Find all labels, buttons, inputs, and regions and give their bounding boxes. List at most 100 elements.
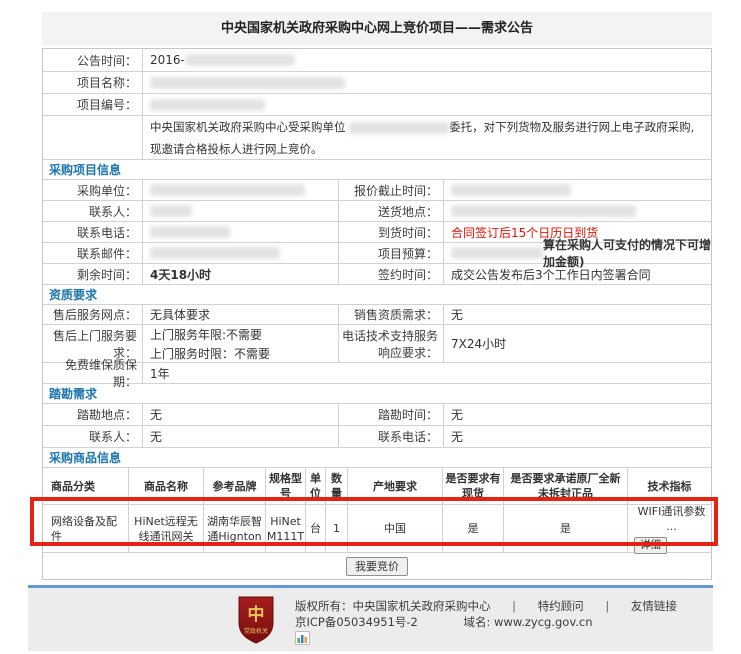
cell-stock: 是 — [443, 505, 504, 552]
row-announce-time: 公告时间： 2016- — [43, 49, 711, 71]
cell-model: HiNet M111T — [266, 505, 306, 552]
col-unit: 单位 — [306, 468, 326, 504]
redacted-value — [349, 122, 449, 134]
logo-banner-text: 党政机关 — [244, 627, 268, 635]
domain-text: 域名: www.zycg.gov.cn — [464, 614, 593, 630]
intro-empty-label — [43, 116, 143, 159]
delivery-place-value — [444, 201, 711, 221]
row-onsite-service: 售后上门服务要求： 上门服务年限:不需要 上门服务时限：不需要 电话技术支持服务… — [43, 324, 711, 362]
budget-value: 算在采购人可支付的情况下可增加金额) — [444, 243, 711, 263]
purchaser-value — [143, 180, 339, 200]
footer-separator: | — [605, 599, 609, 613]
col-brand: 参考品牌 — [204, 468, 266, 504]
page: 中央国家机关政府采购中心网上竞价项目——需求公告 公告时间： 2016- 项目名… — [0, 0, 741, 654]
service-outlet-label: 售后服务网点： — [43, 305, 143, 324]
cell-category: 网络设备及配件 — [43, 505, 129, 552]
project-number-value — [143, 94, 711, 115]
logo-zhong-glyph: 中 — [248, 604, 265, 625]
footer-line1: 版权所有：中央国家机关政府采购中心 | 特约顾问 | 友情链接 — [295, 598, 677, 614]
redacted-value — [185, 54, 295, 66]
project-name-value — [143, 72, 711, 93]
row-remaining-time: 剩余时间： 4天18小时 签约时间： 成交公告发布后3个工作日内签署合同 — [43, 263, 711, 284]
col-qty: 数量 — [326, 468, 348, 504]
tech-summary: WIFI通讯参数 ... — [634, 504, 709, 534]
bid-button[interactable]: 我要竞价 — [346, 557, 408, 576]
survey-time-value: 无 — [444, 404, 711, 425]
remaining-time-label: 剩余时间： — [43, 264, 143, 284]
friend-links-link[interactable]: 友情链接 — [631, 599, 677, 613]
survey-phone-value: 无 — [444, 426, 711, 447]
sales-qualification-label: 销售资质需求： — [339, 305, 444, 324]
survey-contact-value: 无 — [143, 426, 339, 447]
quote-deadline-value — [444, 180, 711, 200]
footer: 中 党政机关 版权所有：中央国家机关政府采购中心 | 特约顾问 | 友情链接 京… — [28, 588, 713, 651]
redacted-value — [150, 99, 265, 111]
col-origin: 产地要求 — [348, 468, 443, 504]
section-project-info: 采购项目信息 — [43, 159, 711, 179]
survey-place-value: 无 — [143, 404, 339, 425]
page-title: 中央国家机关政府采购中心网上竞价项目——需求公告 — [42, 12, 712, 45]
row-survey-place: 踏勘地点： 无 踏勘时间： 无 — [43, 403, 711, 425]
announce-time-label: 公告时间： — [43, 49, 143, 71]
survey-place-label: 踏勘地点： — [43, 404, 143, 425]
email-label: 联系邮件： — [43, 243, 143, 263]
phone-support-value: 7X24小时 — [444, 325, 711, 362]
cell-unit: 台 — [306, 505, 326, 552]
footer-separator: | — [512, 599, 516, 613]
phone-label: 联系电话： — [43, 222, 143, 242]
section-qualification: 资质要求 — [43, 284, 711, 304]
row-project-name: 项目名称： — [43, 71, 711, 93]
gov-procurement-logo-icon: 中 党政机关 — [238, 596, 274, 644]
row-survey-contact: 联系人： 无 联系电话： 无 — [43, 425, 711, 447]
project-number-label: 项目编号： — [43, 94, 143, 115]
visitor-counter-icon[interactable] — [295, 631, 310, 649]
col-model: 规格型号 — [266, 468, 306, 504]
service-outlet-value: 无具体要求 — [143, 305, 339, 324]
section-product-info: 采购商品信息 — [43, 447, 711, 467]
phone-support-label: 电话技术支持服务响应要求： — [339, 325, 444, 362]
project-name-label: 项目名称： — [43, 72, 143, 93]
copyright-text: 版权所有：中央国家机关政府采购中心 — [295, 599, 491, 613]
remaining-time-value: 4天18小时 — [143, 264, 339, 284]
row-warranty: 免费维保质保期： 1年 — [43, 362, 711, 383]
cell-name: HiNet远程无线通讯网关 — [129, 505, 204, 552]
redacted-value — [150, 184, 305, 196]
sales-qualification-value: 无 — [444, 305, 711, 324]
contact-label: 联系人： — [43, 201, 143, 221]
product-table-row: 网络设备及配件 HiNet远程无线通讯网关 湖南华辰智通Hignton HiNe… — [43, 504, 711, 552]
cell-brand: 湖南华辰智通Hignton — [204, 505, 266, 552]
quote-deadline-label: 报价截止时间： — [339, 180, 444, 200]
row-contact: 联系人： 送货地点： — [43, 200, 711, 221]
row-purchaser: 采购单位： 报价截止时间： — [43, 179, 711, 200]
icp-number: 京ICP备05034951号-2 — [295, 614, 418, 630]
product-table-header: 商品分类 商品名称 参考品牌 规格型号 单位 数量 产地要求 是否要求有现货 是… — [43, 467, 711, 504]
contact-value — [143, 201, 339, 221]
redacted-value — [451, 184, 571, 196]
redacted-value — [150, 77, 345, 89]
warranty-label: 免费维保质保期： — [43, 363, 143, 383]
detail-button[interactable]: 详细 — [634, 537, 667, 554]
row-bid-action: 我要竞价 — [43, 552, 711, 579]
col-sealed: 是否要求承诺原厂全新未拆封正品 — [504, 468, 628, 504]
footer-line2: 京ICP备05034951号-2 域名: www.zycg.gov.cn — [295, 614, 677, 630]
survey-time-label: 踏勘时间： — [339, 404, 444, 425]
sign-time-label: 签约时间： — [339, 264, 444, 284]
email-value — [143, 243, 339, 263]
cell-sealed: 是 — [504, 505, 628, 552]
consultant-link[interactable]: 特约顾问 — [538, 599, 584, 613]
row-intro: 中央国家机关政府采购中心受采购单位 委托，对下列货物及服务进行网上电子政府采购,… — [43, 115, 711, 159]
cell-origin: 中国 — [348, 505, 443, 552]
purchaser-label: 采购单位： — [43, 180, 143, 200]
redacted-value — [150, 226, 230, 238]
col-name: 商品名称 — [129, 468, 204, 504]
col-tech: 技术指标 — [628, 468, 711, 504]
section-survey: 踏勘需求 — [43, 383, 711, 403]
survey-phone-label: 联系电话： — [339, 426, 444, 447]
cell-tech: WIFI通讯参数 ... 详细 — [628, 505, 711, 552]
onsite-service-value: 上门服务年限:不需要 上门服务时限：不需要 — [143, 325, 339, 362]
survey-contact-label: 联系人： — [43, 426, 143, 447]
announce-time-value: 2016- — [143, 49, 711, 71]
row-project-number: 项目编号： — [43, 93, 711, 115]
delivery-place-label: 送货地点： — [339, 201, 444, 221]
redacted-value — [150, 205, 192, 217]
